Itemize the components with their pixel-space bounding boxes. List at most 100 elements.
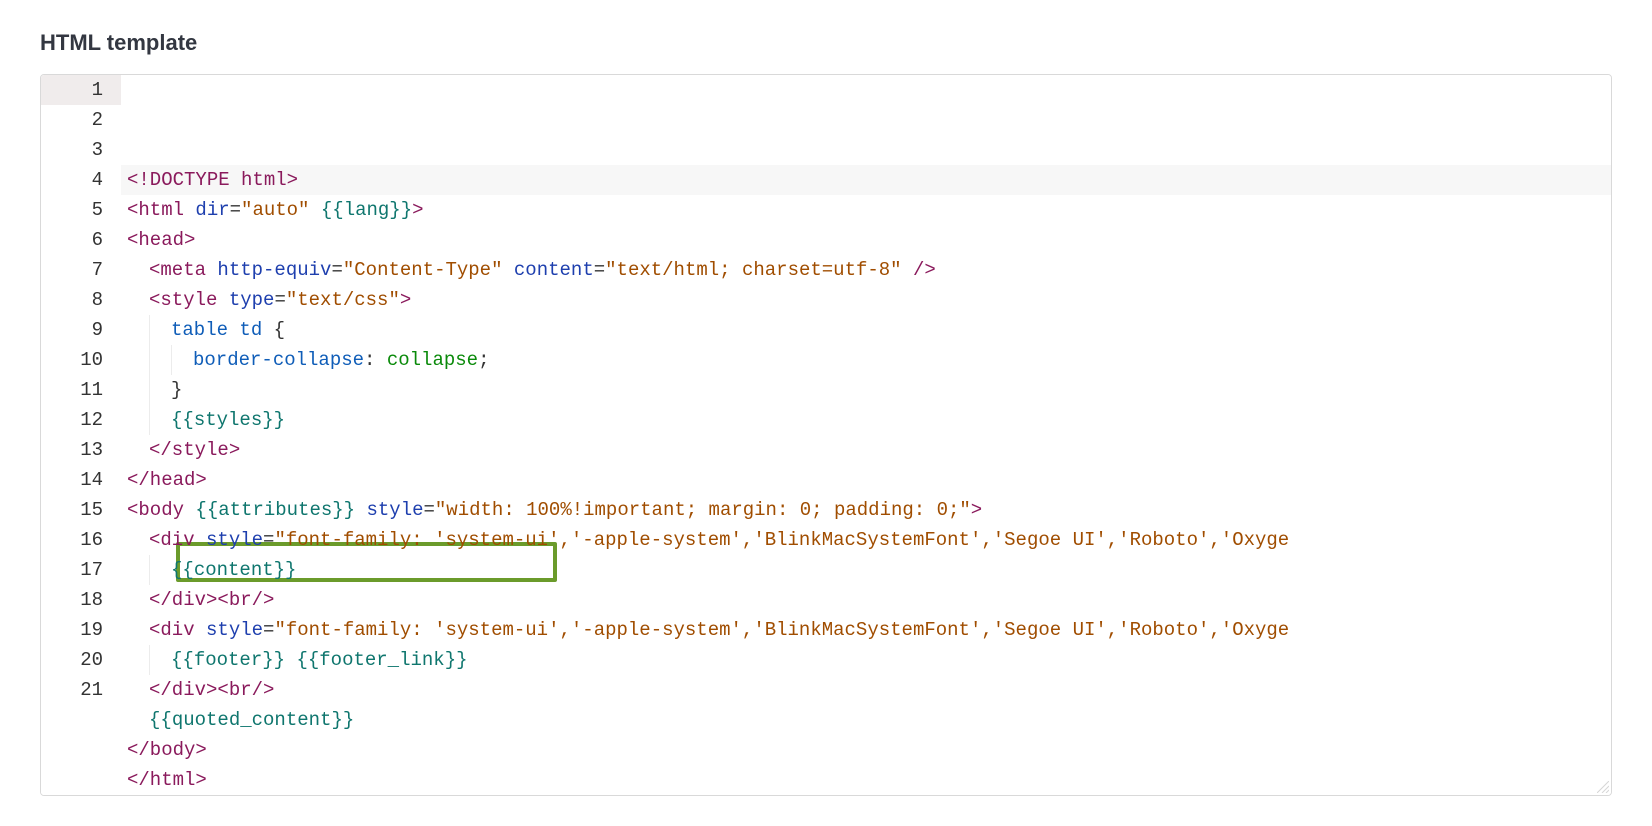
token-val: "text/html; charset=utf-8" [605,259,901,281]
gutter-line: 12 [41,405,121,435]
token-tvar: {{ [171,649,194,671]
token-pun [195,619,206,641]
token-tvar: {{ [149,709,172,731]
gutter-line: 7 [41,255,121,285]
token-tag: </html> [127,769,207,791]
token-cssval: collapse [387,349,478,371]
token-tag: > [412,199,423,221]
token-pun [902,259,913,281]
gutter-line: 16 [41,525,121,555]
code-line[interactable]: </div><br/> [121,585,1611,615]
code-editor[interactable]: 123456789101112131415161718192021 <!DOCT… [40,74,1612,796]
code-line[interactable]: {{quoted_content}} [121,705,1611,735]
token-pun [217,289,228,311]
code-line[interactable]: <head> [121,225,1611,255]
token-tvar: quoted_content [172,709,332,731]
token-tag: </head> [127,469,207,491]
token-pun [355,499,366,521]
token-pun: : [364,349,375,371]
token-tag: <br/> [217,679,274,701]
gutter-line: 5 [41,195,121,225]
code-line[interactable]: </html> [121,765,1611,795]
token-tag: > [971,499,982,521]
token-val: "Content-Type" [343,259,503,281]
gutter-line: 17 [41,555,121,585]
token-pun [206,259,217,281]
token-attr: dir [195,199,229,221]
code-area[interactable]: <!DOCTYPE html><html dir="auto" {{lang}}… [121,75,1611,795]
token-tvar: {{ [321,199,344,221]
token-pun: = [274,289,285,311]
token-sel: table td [171,319,274,341]
code-line[interactable]: <div style="font-family: 'system-ui','-a… [121,615,1611,645]
code-line[interactable]: {{content}} [121,555,1611,585]
token-val: "font-family: 'system-ui','-apple-system… [274,619,1289,641]
token-tvar: }} [274,559,297,581]
gutter-line: 1 [41,75,121,105]
gutter-line: 9 [41,315,121,345]
token-pun: } [171,379,182,401]
token-tvar: }} [332,499,355,521]
code-line[interactable]: </style> [121,435,1611,465]
code-line[interactable]: <body {{attributes}} style="width: 100%!… [121,495,1611,525]
token-pun: = [594,259,605,281]
token-pun [375,349,386,371]
code-line[interactable]: </head> [121,465,1611,495]
code-line[interactable]: <style type="text/css"> [121,285,1611,315]
code-line[interactable]: <meta http-equiv="Content-Type" content=… [121,255,1611,285]
token-tag: <br/> [217,589,274,611]
token-pun [503,259,514,281]
gutter-line: 19 [41,615,121,645]
token-tvar: {{ [296,649,319,671]
token-pun: = [263,619,274,641]
token-tag: <head> [127,229,195,251]
token-attr: style [206,619,263,641]
token-tvar: styles [194,409,262,431]
token-tvar: footer [194,649,262,671]
code-line[interactable]: table td { [121,315,1611,345]
resize-handle-icon[interactable] [1597,781,1609,793]
gutter-line: 21 [41,675,121,705]
gutter-line: 4 [41,165,121,195]
token-pun: = [263,529,274,551]
token-tvar: footer_link [319,649,444,671]
token-tvar: }} [389,199,412,221]
token-tag: <div [149,529,195,551]
gutter-line: 10 [41,345,121,375]
code-line[interactable]: </div><br/> [121,675,1611,705]
token-val: "text/css" [286,289,400,311]
token-tag: > [400,289,411,311]
code-line[interactable]: <html dir="auto" {{lang}}> [121,195,1611,225]
token-val: "auto" [241,199,309,221]
token-tvar: }} [331,709,354,731]
token-val: "font-family: 'system-ui','-apple-system… [274,529,1289,551]
code-line[interactable]: </body> [121,735,1611,765]
token-tag: <div [149,619,195,641]
token-pun [184,199,195,221]
code-line[interactable]: <div style="font-family: 'system-ui','-a… [121,525,1611,555]
token-tvar: attributes [218,499,332,521]
gutter-line: 18 [41,585,121,615]
token-tag: <meta [149,259,206,281]
token-tag: <body [127,499,184,521]
token-tag: <style [149,289,217,311]
code-line[interactable]: } [121,375,1611,405]
code-line[interactable]: {{styles}} [121,405,1611,435]
token-attr: type [229,289,275,311]
token-tag: <html [127,199,184,221]
gutter-line: 14 [41,465,121,495]
token-tag: </div> [149,679,217,701]
code-line[interactable]: <!DOCTYPE html> [121,165,1611,195]
code-line[interactable]: border-collapse: collapse; [121,345,1611,375]
token-attr: content [514,259,594,281]
token-tag: /> [913,259,936,281]
gutter-line: 15 [41,495,121,525]
token-tvar: {{ [171,559,194,581]
section-title: HTML template [40,30,1612,56]
gutter-line: 3 [41,135,121,165]
token-tvar: }} [262,409,285,431]
token-sel: border-collapse [193,349,364,371]
token-tag: </div> [149,589,217,611]
gutter-line: 6 [41,225,121,255]
code-line[interactable]: {{footer}} {{footer_link}} [121,645,1611,675]
